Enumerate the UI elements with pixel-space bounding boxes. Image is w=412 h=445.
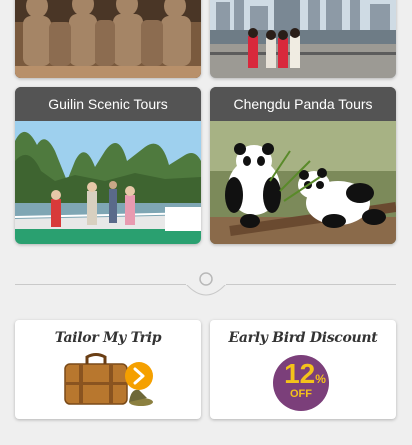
tours-page: Guilin Scenic Tours Chengdu Panda Tours … <box>0 0 412 445</box>
early-bird-discount-title: Early Bird Discount <box>228 330 378 346</box>
guilin-river-photo <box>15 121 201 244</box>
tour-card-terracotta[interactable] <box>15 0 201 78</box>
chevron-right-icon <box>125 362 153 390</box>
shanghai-skyline-photo <box>210 0 396 78</box>
discount-label: OFF <box>290 388 312 400</box>
early-bird-discount-card[interactable]: Early Bird Discount 12% OFF <box>210 320 396 419</box>
discount-number: 12 <box>284 358 316 389</box>
divider-circle-icon <box>186 272 226 296</box>
discount-badge-icon: 12% OFF <box>210 352 396 414</box>
suitcase-icon <box>64 353 153 406</box>
tour-card-guilin[interactable]: Guilin Scenic Tours <box>15 87 201 244</box>
panda-photo <box>210 121 396 244</box>
tour-card-shanghai[interactable] <box>210 0 396 78</box>
tour-card-title: Guilin Scenic Tours <box>15 87 201 121</box>
terracotta-warriors-photo <box>15 0 201 78</box>
discount-unit: % <box>315 372 326 386</box>
tour-card-title: Chengdu Panda Tours <box>210 87 396 121</box>
tailor-my-trip-card[interactable]: Tailor My Trip <box>15 320 201 419</box>
tailor-my-trip-title: Tailor My Trip <box>54 330 162 346</box>
tour-card-chengdu[interactable]: Chengdu Panda Tours <box>210 87 396 244</box>
